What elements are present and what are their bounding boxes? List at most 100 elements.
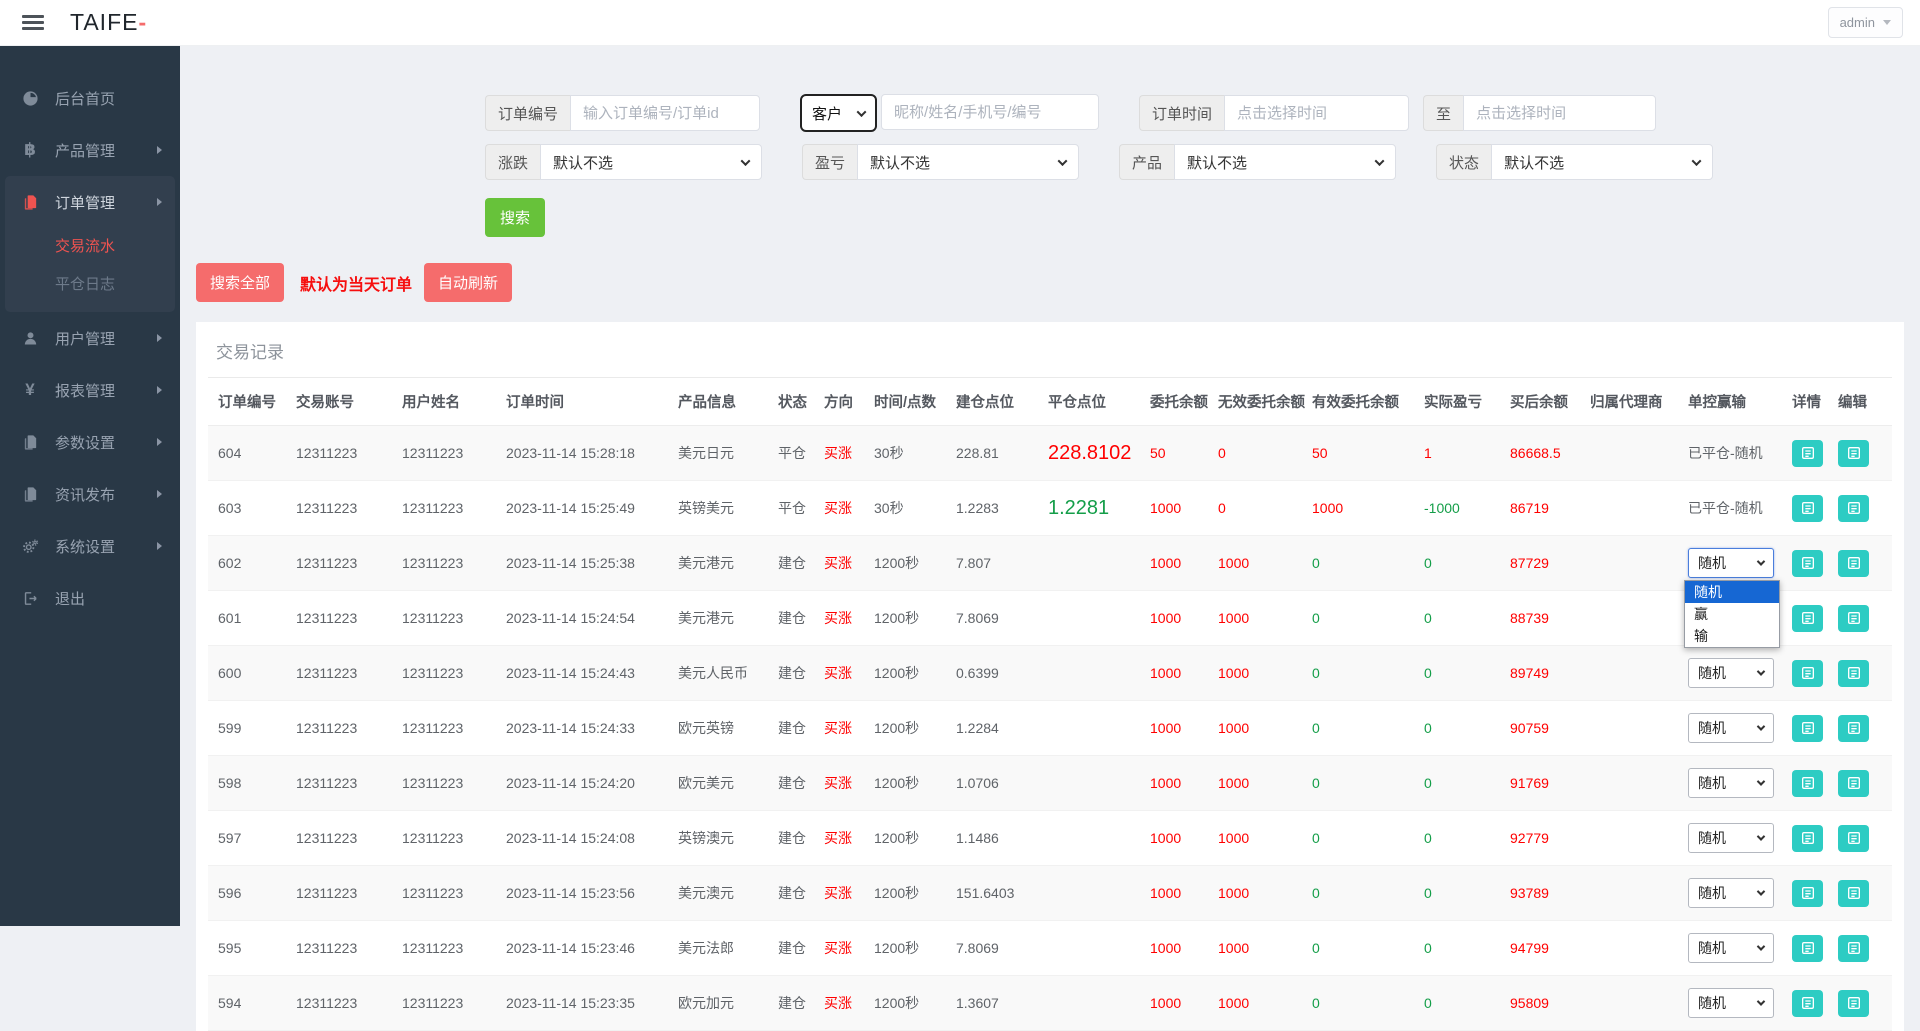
win-control-option[interactable]: 赢 <box>1685 603 1779 625</box>
cell-order-id: 601 <box>208 591 292 646</box>
search-all-button[interactable]: 搜索全部 <box>196 263 284 302</box>
win-control-select[interactable]: 随机 <box>1688 768 1774 798</box>
chevron-right-icon <box>157 146 162 154</box>
column-header: 详情 <box>1788 378 1834 426</box>
cell-detail <box>1788 811 1834 866</box>
detail-button[interactable] <box>1792 550 1823 577</box>
order-no-input[interactable] <box>570 95 760 131</box>
edit-button[interactable] <box>1838 770 1869 797</box>
cell-invalid-entrust: 1000 <box>1214 756 1308 811</box>
win-control-select[interactable]: 随机 <box>1688 658 1774 688</box>
cell-after-balance: 86719 <box>1506 481 1586 536</box>
to-label: 至 <box>1423 95 1463 131</box>
detail-button[interactable] <box>1792 660 1823 687</box>
edit-button[interactable] <box>1838 495 1869 522</box>
edit-button[interactable] <box>1838 990 1869 1017</box>
cell-trade-account: 12311223 <box>292 481 398 536</box>
cell-edit <box>1834 701 1892 756</box>
main-content: 订单编号 客户 订单时间 至 涨跌 默认不选 <box>180 46 1920 926</box>
sidebar-subitem-close-log[interactable]: 平仓日志 <box>5 266 175 304</box>
sidebar-item-reports[interactable]: ¥报表管理 <box>5 364 175 416</box>
cell-period: 1200秒 <box>870 811 952 866</box>
sidebar-item-orders[interactable]: 订单管理 <box>5 176 175 228</box>
sidebar-subitem-trade-flow[interactable]: 交易流水 <box>5 228 175 266</box>
win-control-select[interactable]: 随机 <box>1688 713 1774 743</box>
cell-invalid-entrust: 1000 <box>1214 701 1308 756</box>
cell-direction: 买涨 <box>820 591 870 646</box>
sidebar-item-news[interactable]: 资讯发布 <box>5 468 175 520</box>
cell-order-id: 594 <box>208 976 292 1031</box>
cell-order-id: 604 <box>208 426 292 481</box>
sidebar-item-system[interactable]: 系统设置 <box>5 520 175 572</box>
cell-trade-account: 12311223 <box>292 866 398 921</box>
sidebar-item-products[interactable]: ฿产品管理 <box>5 124 175 176</box>
detail-button[interactable] <box>1792 770 1823 797</box>
menu-toggle-icon[interactable] <box>22 12 44 33</box>
cell-edit <box>1834 811 1892 866</box>
win-control-value: 随机 <box>1698 828 1726 848</box>
time-from-input[interactable] <box>1224 95 1409 131</box>
cell-valid-entrust: 0 <box>1308 591 1420 646</box>
win-control-select[interactable]: 随机 <box>1688 548 1774 578</box>
customer-keyword-input[interactable] <box>881 94 1099 130</box>
chevron-right-icon <box>157 542 162 550</box>
brand-text: TAIFE <box>70 9 138 35</box>
cell-order-id: 597 <box>208 811 292 866</box>
win-control-option[interactable]: 输 <box>1685 625 1779 647</box>
edit-button[interactable] <box>1838 605 1869 632</box>
edit-button[interactable] <box>1838 660 1869 687</box>
form-icon <box>1846 720 1862 736</box>
edit-button[interactable] <box>1838 880 1869 907</box>
chevron-down-icon <box>1883 20 1891 25</box>
chevron-down-icon <box>1757 722 1765 730</box>
edit-button[interactable] <box>1838 825 1869 852</box>
yen-icon: ¥ <box>18 381 42 399</box>
win-control-option[interactable]: 随机 <box>1685 581 1779 603</box>
win-control-select[interactable]: 随机 <box>1688 878 1774 908</box>
detail-button[interactable] <box>1792 990 1823 1017</box>
chevron-down-icon <box>741 156 751 166</box>
sidebar-item-logout[interactable]: 退出 <box>5 572 175 624</box>
detail-button[interactable] <box>1792 935 1823 962</box>
win-control-select[interactable]: 随机 <box>1688 988 1774 1018</box>
search-button[interactable]: 搜索 <box>485 198 545 237</box>
column-header: 建仓点位 <box>952 378 1044 426</box>
table-row: 59412311223123112232023-11-14 15:23:35欧元… <box>208 976 1892 1031</box>
sidebar-item-users[interactable]: 用户管理 <box>5 312 175 364</box>
auto-refresh-button[interactable]: 自动刷新 <box>424 263 512 302</box>
detail-button[interactable] <box>1792 880 1823 907</box>
form-icon <box>1846 610 1862 626</box>
time-to-input[interactable] <box>1463 95 1656 131</box>
cell-after-balance: 91769 <box>1506 756 1586 811</box>
edit-button[interactable] <box>1838 715 1869 742</box>
column-header: 方向 <box>820 378 870 426</box>
status-select[interactable]: 默认不选 <box>1491 144 1713 180</box>
cell-direction: 买涨 <box>820 756 870 811</box>
detail-button[interactable] <box>1792 715 1823 742</box>
sidebar-item-params[interactable]: 参数设置 <box>5 416 175 468</box>
product-select[interactable]: 默认不选 <box>1174 144 1396 180</box>
win-control-value: 随机 <box>1698 993 1726 1013</box>
edit-button[interactable] <box>1838 935 1869 962</box>
cell-actual-profit: 0 <box>1420 701 1506 756</box>
profit-select[interactable]: 默认不选 <box>857 144 1079 180</box>
admin-menu[interactable]: admin <box>1828 7 1903 38</box>
cell-user-name: 12311223 <box>398 536 502 591</box>
detail-button[interactable] <box>1792 825 1823 852</box>
top-bar: TAIFE- admin <box>0 0 1920 46</box>
detail-button[interactable] <box>1792 495 1823 522</box>
detail-button[interactable] <box>1792 605 1823 632</box>
win-control-select[interactable]: 随机 <box>1688 933 1774 963</box>
cell-period: 1200秒 <box>870 591 952 646</box>
time-from-filter: 订单时间 <box>1139 95 1409 131</box>
updown-select[interactable]: 默认不选 <box>540 144 762 180</box>
cell-trade-account: 12311223 <box>292 646 398 701</box>
sidebar-item-dashboard[interactable]: 后台首页 <box>5 72 175 124</box>
edit-button[interactable] <box>1838 550 1869 577</box>
cell-entrust-balance: 1000 <box>1146 536 1214 591</box>
cell-after-balance: 86668.5 <box>1506 426 1586 481</box>
detail-button[interactable] <box>1792 440 1823 467</box>
customer-type-select[interactable]: 客户 <box>800 94 877 132</box>
win-control-select[interactable]: 随机 <box>1688 823 1774 853</box>
edit-button[interactable] <box>1838 440 1869 467</box>
